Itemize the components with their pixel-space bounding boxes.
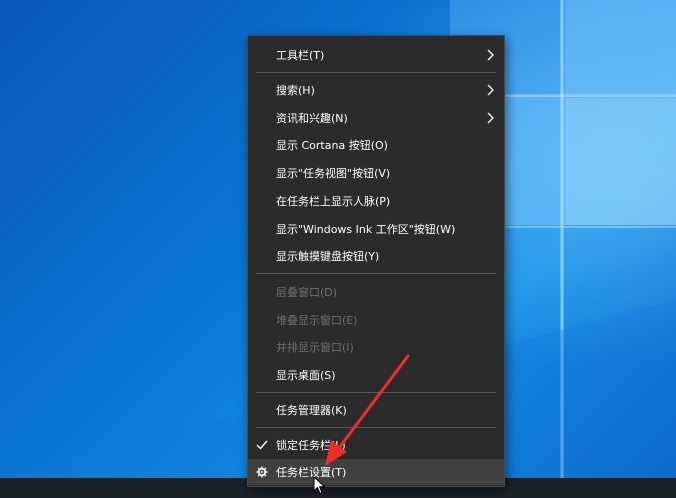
menu-item-label: 任务管理器(K) bbox=[276, 404, 347, 417]
menu-item-lock-taskbar[interactable]: 锁定任务栏(L) bbox=[248, 432, 504, 458]
menu-item-news-interests[interactable]: 资讯和兴趣(N) bbox=[248, 105, 504, 131]
gear-icon bbox=[256, 466, 268, 478]
menu-item-label: 层叠窗口(D) bbox=[276, 286, 338, 299]
menu-item-show-windows-ink[interactable]: 显示"Windows Ink 工作区"按钮(W) bbox=[248, 216, 504, 242]
menu-item-label: 显示桌面(S) bbox=[276, 369, 336, 382]
menu-item-show-people[interactable]: 在任务栏上显示人脉(P) bbox=[248, 188, 504, 214]
menu-item-label: 显示"任务视图"按钮(V) bbox=[276, 167, 391, 180]
menu-separator bbox=[256, 392, 496, 393]
menu-item-task-manager[interactable]: 任务管理器(K) bbox=[248, 397, 504, 423]
menu-item-show-desktop[interactable]: 显示桌面(S) bbox=[248, 362, 504, 388]
checkmark-icon bbox=[256, 440, 268, 450]
menu-item-taskbar-settings[interactable]: 任务栏设置(T) bbox=[248, 459, 504, 485]
menu-separator bbox=[256, 72, 496, 73]
menu-item-label: 锁定任务栏(L) bbox=[276, 439, 346, 452]
menu-item-show-cortana[interactable]: 显示 Cortana 按钮(O) bbox=[248, 132, 504, 158]
chevron-right-icon bbox=[487, 49, 494, 61]
menu-item-search[interactable]: 搜索(H) bbox=[248, 77, 504, 103]
menu-separator bbox=[256, 427, 496, 428]
chevron-right-icon bbox=[487, 112, 494, 124]
menu-item-label: 显示"Windows Ink 工作区"按钮(W) bbox=[276, 223, 456, 236]
chevron-right-icon bbox=[487, 84, 494, 96]
menu-item-show-touch-keyboard[interactable]: 显示触摸键盘按钮(Y) bbox=[248, 243, 504, 269]
menu-item-label: 显示触摸键盘按钮(Y) bbox=[276, 250, 380, 263]
menu-item-side-by-side-windows: 并排显示窗口(I) bbox=[248, 334, 504, 360]
menu-item-label: 并排显示窗口(I) bbox=[276, 341, 354, 354]
menu-item-label: 搜索(H) bbox=[276, 84, 315, 97]
taskbar-context-menu: 工具栏(T) 搜索(H) 资讯和兴趣(N) 显示 Cortana 按钮(O) 显… bbox=[247, 35, 505, 487]
mouse-cursor-icon bbox=[313, 476, 326, 495]
menu-item-label: 工具栏(T) bbox=[276, 49, 325, 62]
menu-item-show-task-view[interactable]: 显示"任务视图"按钮(V) bbox=[248, 160, 504, 186]
menu-item-label: 资讯和兴趣(N) bbox=[276, 112, 348, 125]
menu-item-label: 堆叠显示窗口(E) bbox=[276, 314, 358, 327]
menu-item-toolbars[interactable]: 工具栏(T) bbox=[248, 42, 504, 68]
menu-item-label: 显示 Cortana 按钮(O) bbox=[276, 139, 388, 152]
menu-item-stack-windows: 堆叠显示窗口(E) bbox=[248, 307, 504, 333]
menu-item-cascade-windows: 层叠窗口(D) bbox=[248, 279, 504, 305]
menu-separator bbox=[256, 273, 496, 274]
menu-item-label: 在任务栏上显示人脉(P) bbox=[276, 195, 391, 208]
menu-item-label: 任务栏设置(T) bbox=[276, 466, 347, 479]
